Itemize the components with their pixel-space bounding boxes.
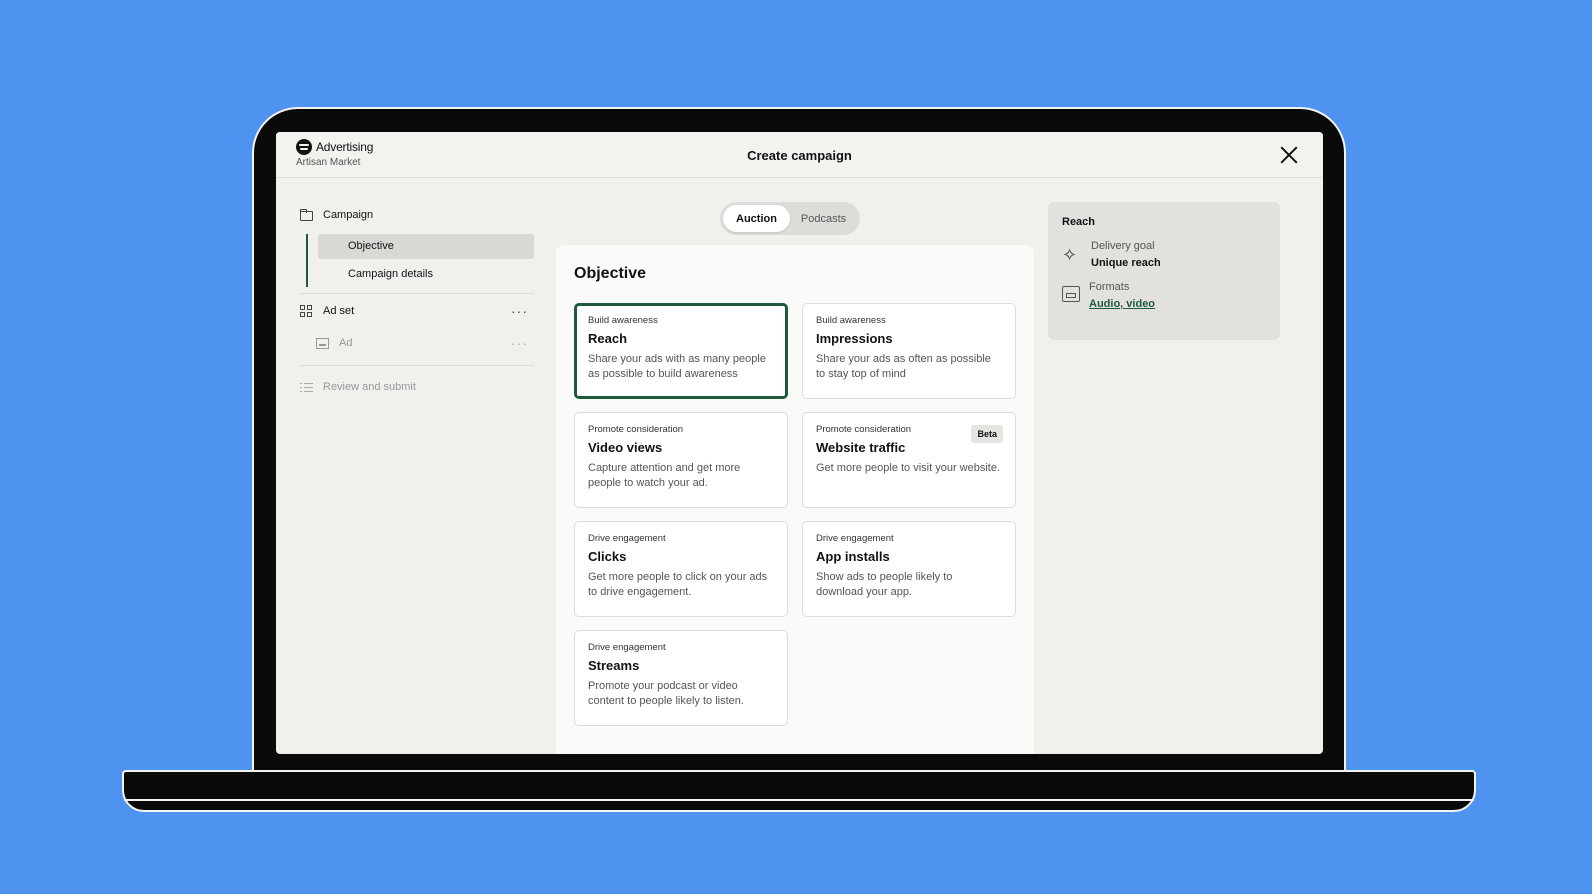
format-video-link[interactable]: video: [1126, 298, 1155, 310]
card-title: Reach: [588, 331, 628, 346]
formats-label: Formats: [1089, 281, 1130, 293]
objective-card-reach[interactable]: Build awareness Reach Share your ads wit…: [574, 303, 788, 399]
format-audio-link[interactable]: Audio: [1089, 298, 1120, 310]
format-icon: [1062, 286, 1080, 302]
card-description: Share your ads as often as possible to s…: [816, 353, 991, 380]
objective-card-app-installs[interactable]: Drive engagement App installs Show ads t…: [802, 521, 1016, 617]
divider: [300, 365, 534, 366]
card-description: Capture attention and get more people to…: [588, 462, 741, 489]
nav-ad-set[interactable]: Ad set ···: [300, 300, 534, 322]
formats-links: Audio, video: [1089, 298, 1155, 310]
card-title: Clicks: [588, 549, 627, 564]
card-category: Drive engagement: [816, 533, 894, 544]
objective-card-clicks[interactable]: Drive engagement Clicks Get more people …: [574, 521, 788, 617]
objective-card-website-traffic[interactable]: Promote consideration Website traffic Ge…: [802, 412, 1016, 508]
card-category: Build awareness: [588, 315, 658, 326]
card-category: Promote consideration: [588, 424, 684, 435]
nav-ad-set-label: Ad set: [323, 305, 355, 317]
delivery-goal-row: ✧ Delivery goal Unique reach: [1062, 240, 1266, 269]
nav-item-campaign-details[interactable]: Campaign details: [318, 262, 534, 287]
delivery-goal-value: Unique reach: [1091, 257, 1161, 269]
nav-ad[interactable]: Ad ···: [300, 332, 534, 354]
card-title: App installs: [816, 549, 890, 564]
ad-more-icon[interactable]: ···: [511, 335, 528, 351]
nav-item-objective[interactable]: Objective: [318, 234, 534, 259]
folder-icon: [300, 209, 313, 221]
nav-review-label: Review and submit: [323, 381, 416, 393]
ad-set-more-icon[interactable]: ···: [511, 303, 528, 319]
card-description: Get more people to visit your website.: [816, 462, 1001, 474]
card-title: Video views: [588, 440, 663, 455]
nav-review-submit[interactable]: Review and submit: [300, 376, 534, 398]
objective-card-impressions[interactable]: Build awareness Impressions Share your a…: [802, 303, 1016, 399]
objective-card-video-views[interactable]: Promote consideration Video views Captur…: [574, 412, 788, 508]
nav-ad-label: Ad: [339, 337, 353, 349]
nav-campaign-label: Campaign: [323, 209, 374, 221]
tab-podcasts[interactable]: Podcasts: [790, 205, 857, 232]
tab-auction[interactable]: Auction: [723, 205, 790, 232]
divider: [300, 293, 534, 294]
card-description: Get more people to click on your ads to …: [588, 571, 768, 598]
objective-heading: Objective: [574, 265, 647, 282]
beta-badge: Beta: [971, 425, 1003, 443]
ad-image-icon: [316, 337, 329, 349]
card-description: Show ads to people likely to download yo…: [816, 571, 953, 598]
laptop-base: [122, 770, 1476, 812]
delivery-goal-label: Delivery goal: [1091, 240, 1155, 252]
top-bar: Advertising Artisan Market Create campai…: [276, 132, 1323, 178]
card-category: Build awareness: [816, 315, 886, 326]
summary-title: Reach: [1062, 216, 1096, 228]
card-category: Drive engagement: [588, 642, 666, 653]
sidebar-nav: Campaign Objective Campaign details Ad s…: [300, 204, 534, 398]
sparkle-icon: ✧: [1062, 245, 1078, 265]
card-title: Streams: [588, 658, 640, 673]
formats-row: Formats Audio, video: [1062, 281, 1266, 310]
close-icon[interactable]: [1279, 145, 1299, 165]
grid-icon: [300, 304, 313, 318]
buying-type-toggle: Auction Podcasts: [720, 202, 860, 235]
objective-panel: Objective Build awareness Reach Share yo…: [556, 245, 1034, 754]
card-category: Drive engagement: [588, 533, 666, 544]
card-description: Share your ads with as many people as po…: [588, 353, 766, 380]
objective-card-streams[interactable]: Drive engagement Streams Promote your po…: [574, 630, 788, 726]
page-title: Create campaign: [747, 148, 852, 163]
list-icon: [300, 382, 313, 392]
card-description: Promote your podcast or video content to…: [588, 680, 744, 707]
app-window: Advertising Artisan Market Create campai…: [276, 132, 1323, 754]
campaign-subnav: Objective Campaign details: [306, 234, 534, 287]
nav-campaign[interactable]: Campaign: [300, 204, 534, 226]
card-title: Impressions: [816, 331, 893, 346]
objective-summary: Reach ✧ Delivery goal Unique reach Forma…: [1048, 202, 1280, 340]
